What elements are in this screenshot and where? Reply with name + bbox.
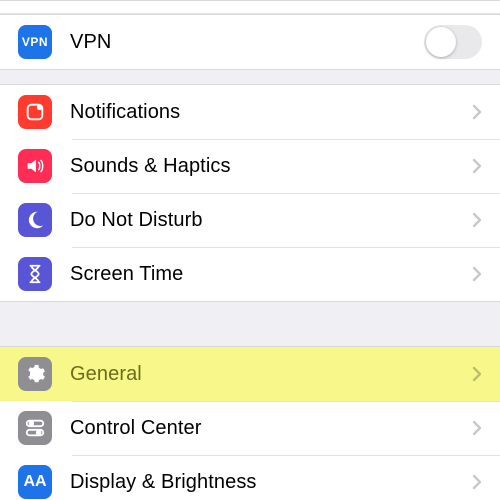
aa-icon-text: AA — [23, 473, 46, 491]
row-screentime[interactable]: Screen Time — [0, 247, 500, 301]
row-label: Display & Brightness — [70, 471, 472, 494]
group-spacer — [0, 302, 500, 346]
settings-group-network: VPN VPN — [0, 14, 500, 70]
row-label: Notifications — [70, 101, 472, 124]
vpn-icon-text: VPN — [22, 35, 48, 49]
vpn-icon: VPN — [18, 25, 52, 59]
row-general[interactable]: General — [0, 347, 500, 401]
row-dnd[interactable]: Do Not Disturb — [0, 193, 500, 247]
chevron-right-icon — [472, 474, 482, 490]
aa-icon: AA — [18, 465, 52, 499]
toggle-icon — [18, 411, 52, 445]
row-display[interactable]: AA Display & Brightness — [0, 455, 500, 500]
settings-group-alerts: Notifications Sounds & Haptics — [0, 84, 500, 302]
row-notifications[interactable]: Notifications — [0, 85, 500, 139]
vpn-toggle[interactable] — [424, 25, 482, 59]
row-label: Do Not Disturb — [70, 209, 472, 232]
hourglass-icon — [18, 257, 52, 291]
chevron-right-icon — [472, 212, 482, 228]
settings-group-general: General Control Center AA — [0, 346, 500, 500]
list-edge — [0, 0, 500, 14]
chevron-right-icon — [472, 366, 482, 382]
row-label: Screen Time — [70, 263, 472, 286]
notifications-icon — [18, 95, 52, 129]
row-label: Control Center — [70, 417, 472, 440]
row-vpn[interactable]: VPN VPN — [0, 15, 500, 69]
moon-icon — [18, 203, 52, 237]
chevron-right-icon — [472, 420, 482, 436]
settings-list: VPN VPN Notifications — [0, 0, 500, 500]
row-label: General — [70, 363, 472, 386]
row-label: VPN — [70, 31, 424, 54]
gear-icon — [18, 357, 52, 391]
chevron-right-icon — [472, 266, 482, 282]
group-spacer — [0, 70, 500, 84]
speaker-icon — [18, 149, 52, 183]
toggle-knob — [426, 27, 456, 57]
row-sounds[interactable]: Sounds & Haptics — [0, 139, 500, 193]
chevron-right-icon — [472, 158, 482, 174]
row-label: Sounds & Haptics — [70, 155, 472, 178]
chevron-right-icon — [472, 104, 482, 120]
row-control-center[interactable]: Control Center — [0, 401, 500, 455]
